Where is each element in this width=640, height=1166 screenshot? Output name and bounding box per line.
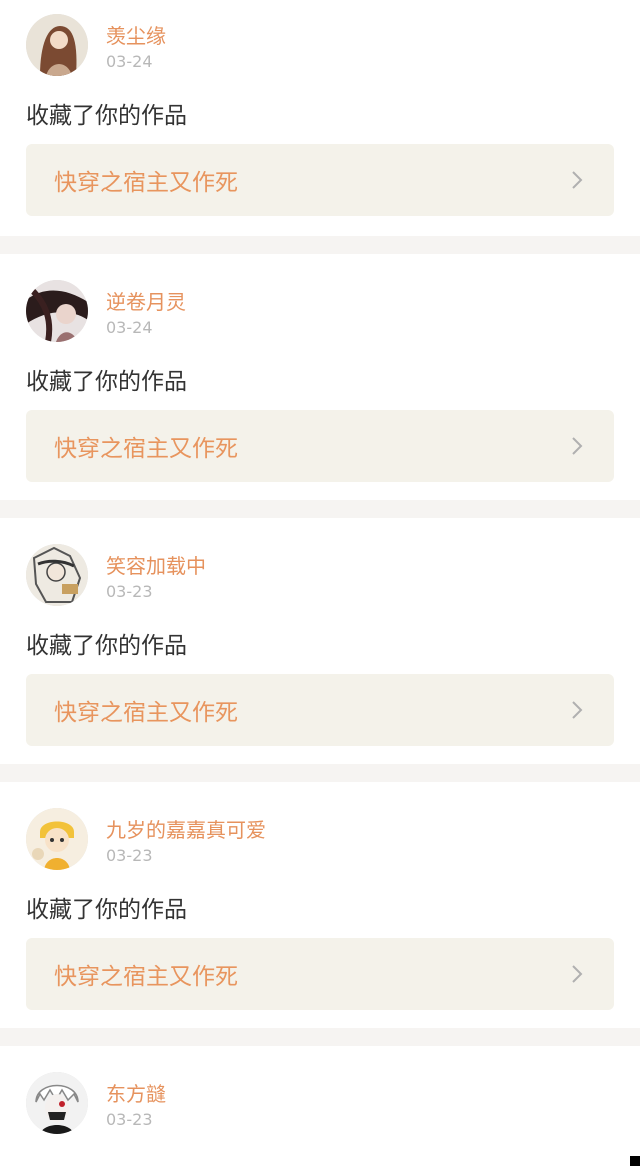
notification-card: 笑容加载中 03-23 收藏了你的作品 快穿之宿主又作死 (0, 518, 640, 764)
avatar-girl-brown-hair-icon (26, 14, 88, 76)
work-title: 快穿之宿主又作死 (54, 700, 238, 726)
corner-mark (630, 1156, 640, 1166)
username[interactable]: 逆卷月灵 (106, 286, 186, 315)
avatar-white-hair-mask-icon (26, 1072, 88, 1134)
username[interactable]: 羡尘缘 (106, 20, 166, 49)
notification-card: 逆卷月灵 03-24 收藏了你的作品 快穿之宿主又作死 (0, 254, 640, 500)
user-avatar[interactable] (26, 1072, 88, 1134)
notification-date: 03-23 (106, 582, 153, 601)
notification-card: 九岁的嘉嘉真可爱 03-23 收藏了你的作品 快穿之宿主又作死 (0, 782, 640, 1028)
avatar-yellow-cartoon-icon (26, 808, 88, 870)
notification-card: 羡尘缘 03-24 收藏了你的作品 快穿之宿主又作死 (0, 0, 640, 236)
work-title: 快穿之宿主又作死 (54, 170, 238, 196)
work-link[interactable]: 快穿之宿主又作死 (26, 938, 614, 1010)
chevron-right-icon (562, 165, 592, 195)
work-link[interactable]: 快穿之宿主又作死 (26, 144, 614, 216)
work-link[interactable]: 快穿之宿主又作死 (26, 674, 614, 746)
avatar-sketch-portrait-icon (26, 544, 88, 606)
work-title: 快穿之宿主又作死 (54, 964, 238, 990)
action-text: 收藏了你的作品 (26, 103, 187, 129)
chevron-right-icon (562, 695, 592, 725)
username[interactable]: 九岁的嘉嘉真可爱 (106, 814, 266, 843)
action-text: 收藏了你的作品 (26, 897, 187, 923)
user-avatar[interactable] (26, 14, 88, 76)
work-title: 快穿之宿主又作死 (54, 436, 238, 462)
username[interactable]: 笑容加载中 (106, 550, 206, 579)
username[interactable]: 东方韼 (106, 1078, 166, 1107)
notification-date: 03-23 (106, 846, 153, 865)
chevron-right-icon (562, 959, 592, 989)
notification-date: 03-24 (106, 318, 153, 337)
notification-card: 东方韼 03-23 (0, 1046, 640, 1166)
action-text: 收藏了你的作品 (26, 369, 187, 395)
avatar-dark-hair-portrait-icon (26, 280, 88, 342)
notification-date: 03-23 (106, 1110, 153, 1129)
user-avatar[interactable] (26, 544, 88, 606)
notification-date: 03-24 (106, 52, 153, 71)
user-avatar[interactable] (26, 808, 88, 870)
notification-feed: 羡尘缘 03-24 收藏了你的作品 快穿之宿主又作死 逆卷月灵 03-24 收藏… (0, 0, 640, 1166)
work-link[interactable]: 快穿之宿主又作死 (26, 410, 614, 482)
action-text: 收藏了你的作品 (26, 633, 187, 659)
user-avatar[interactable] (26, 280, 88, 342)
chevron-right-icon (562, 431, 592, 461)
